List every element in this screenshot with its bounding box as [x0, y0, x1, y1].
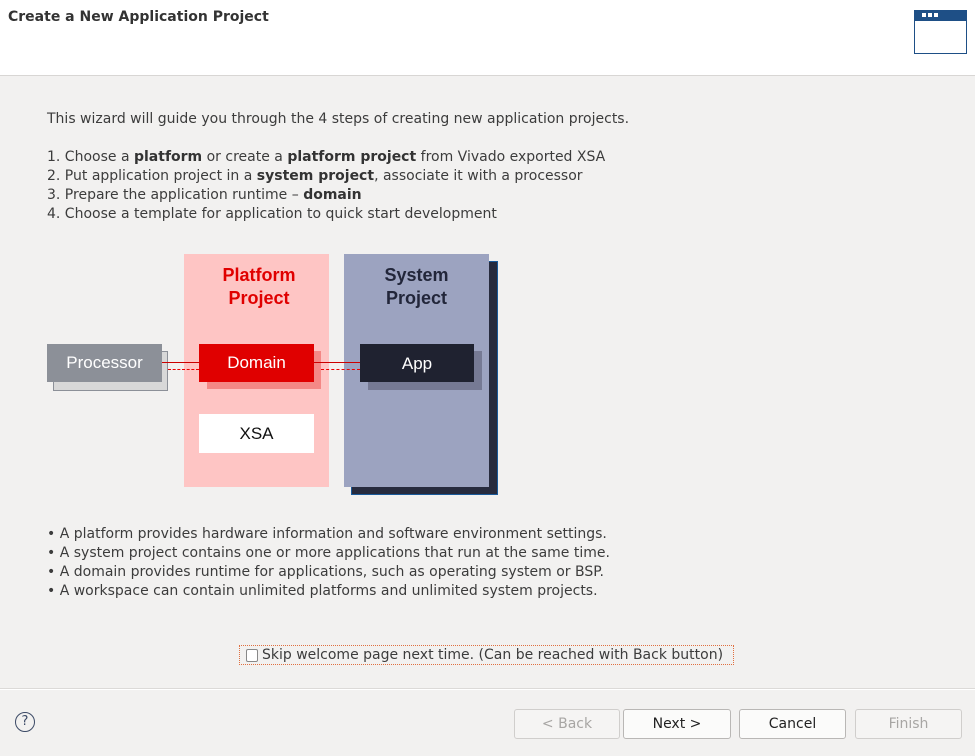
bullet-2: • A system project contains one or more … [47, 545, 610, 561]
step-3: 3. Prepare the application runtime – dom… [47, 187, 362, 203]
finish-button[interactable]: Finish [855, 709, 962, 739]
processor-box: Processor [47, 344, 162, 382]
connector-line [162, 362, 199, 363]
platform-project-label: Platform Project [222, 265, 296, 308]
skip-welcome-checkbox[interactable]: Skip welcome page next time. (Can be rea… [239, 645, 734, 665]
help-icon[interactable]: ? [15, 712, 35, 732]
step-2: 2. Put application project in a system p… [47, 168, 583, 184]
divider [0, 688, 975, 690]
xsa-box: XSA [199, 414, 314, 453]
cancel-button[interactable]: Cancel [739, 709, 846, 739]
app-box: App [360, 344, 474, 382]
header: Create a New Application Project [0, 0, 975, 76]
bullet-3: • A domain provides runtime for applicat… [47, 564, 604, 580]
back-button[interactable]: < Back [514, 709, 620, 739]
checkbox-label: Skip welcome page next time. (Can be rea… [262, 647, 724, 663]
step-1: 1. Choose a platform or create a platfor… [47, 149, 606, 165]
intro-text: This wizard will guide you through the 4… [47, 111, 630, 127]
next-button[interactable]: Next > [623, 709, 731, 739]
page-title: Create a New Application Project [8, 9, 269, 25]
bullet-4: • A workspace can contain unlimited plat… [47, 583, 598, 599]
checkbox[interactable] [246, 649, 258, 662]
bullet-1: • A platform provides hardware informati… [47, 526, 607, 542]
system-project-label: System Project [384, 265, 449, 308]
step-4: 4. Choose a template for application to … [47, 206, 497, 222]
connector-dashed [321, 369, 360, 370]
connector-dashed [168, 369, 199, 370]
window-icon [914, 10, 967, 54]
connector-line [314, 362, 360, 363]
domain-box: Domain [199, 344, 314, 382]
